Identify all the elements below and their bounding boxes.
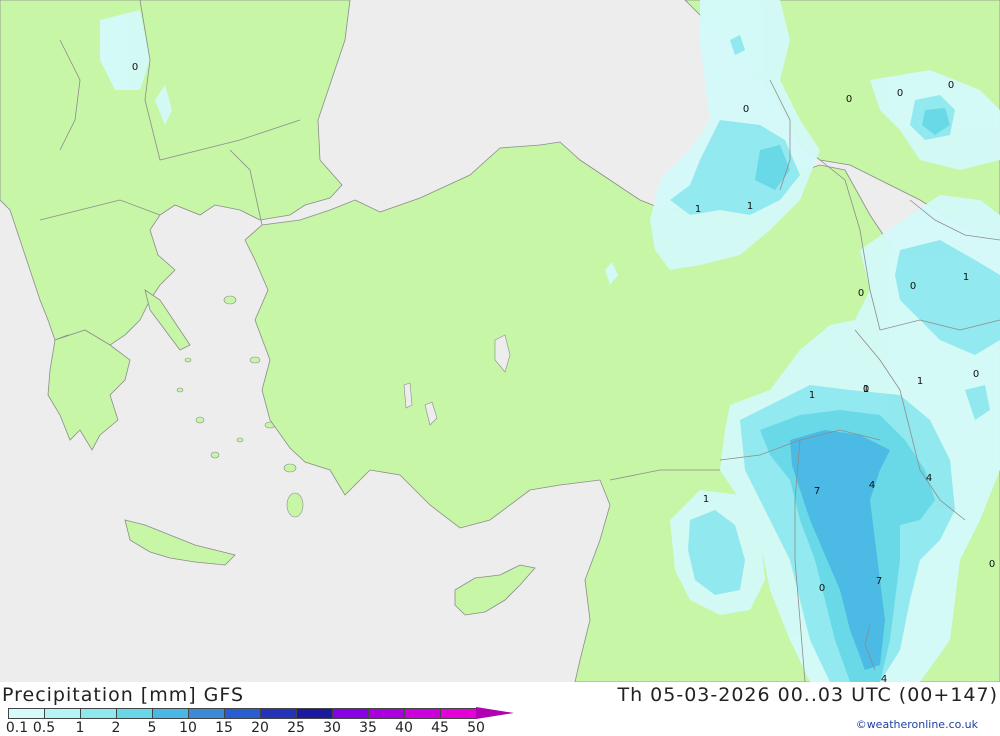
scale-label: 5 [147, 720, 157, 736]
scale-arrow [476, 707, 514, 719]
scale-swatch [116, 708, 152, 719]
map-canvas: 000001 10011010174410704 [0, 0, 1000, 685]
color-scale-labels: 0.1 0.5 1 2 5 10 15 20 25 30 35 40 45 50 [0, 720, 560, 736]
scale-label: 50 [467, 720, 485, 736]
scale-swatch [224, 708, 260, 719]
legend-title: Precipitation [mm] GFS [2, 684, 245, 706]
map-value-label: 1 [809, 390, 815, 401]
scale-label: 40 [395, 720, 413, 736]
color-scale [8, 707, 514, 719]
scale-swatch [80, 708, 116, 719]
scale-label: 10 [179, 720, 197, 736]
legend-footer: Precipitation [mm] GFS Th 05-03-2026 00.… [0, 682, 1000, 736]
scale-swatch [440, 708, 476, 719]
map-value-label: 1 [917, 376, 923, 387]
map-value-label: 7 [876, 576, 882, 587]
map-value-label: 0 [910, 281, 916, 292]
map-value-label: 0 [948, 80, 954, 91]
map-value-label: 1 [695, 204, 701, 215]
scale-label: 30 [323, 720, 341, 736]
precipitation-map: 00000110011010174410704 [0, 0, 1000, 685]
map-value-label: 1 [747, 201, 753, 212]
map-value-label: 1 [863, 384, 869, 395]
map-value-label: 0 [743, 104, 749, 115]
scale-swatch [332, 708, 368, 719]
map-value-label: 4 [869, 480, 875, 491]
scale-swatch [368, 708, 404, 719]
map-value-label: 0 [846, 94, 852, 105]
map-value-label: 0 [858, 288, 864, 299]
map-value-label: 1 [703, 494, 709, 505]
map-value-label: 0 [132, 62, 138, 73]
map-value-label: 0 [973, 369, 979, 380]
scale-label: 0.5 [32, 720, 56, 736]
scale-label: 15 [215, 720, 233, 736]
map-value-label: 0 [897, 88, 903, 99]
scale-label: 35 [359, 720, 377, 736]
map-value-label: 4 [881, 674, 887, 682]
legend-datetime: Th 05-03-2026 00..03 UTC (00+147) [617, 684, 998, 706]
map-value-label: 0 [989, 559, 995, 570]
scale-swatch [296, 708, 332, 719]
scale-swatch [260, 708, 296, 719]
scale-label: 2 [111, 720, 121, 736]
map-value-label: 7 [814, 486, 820, 497]
scale-swatch [8, 708, 44, 719]
scale-label: 20 [251, 720, 269, 736]
scale-swatch [44, 708, 80, 719]
credit-link[interactable]: ©weatheronline.co.uk [856, 718, 978, 731]
scale-label: 1 [75, 720, 85, 736]
map-value-label: 0 [819, 583, 825, 594]
scale-label: 45 [431, 720, 449, 736]
scale-label: 25 [287, 720, 305, 736]
scale-label: 0.1 [5, 720, 29, 736]
scale-swatch [188, 708, 224, 719]
scale-swatch [404, 708, 440, 719]
scale-swatch [152, 708, 188, 719]
map-value-label: 4 [926, 473, 932, 484]
map-value-label: 1 [963, 272, 969, 283]
